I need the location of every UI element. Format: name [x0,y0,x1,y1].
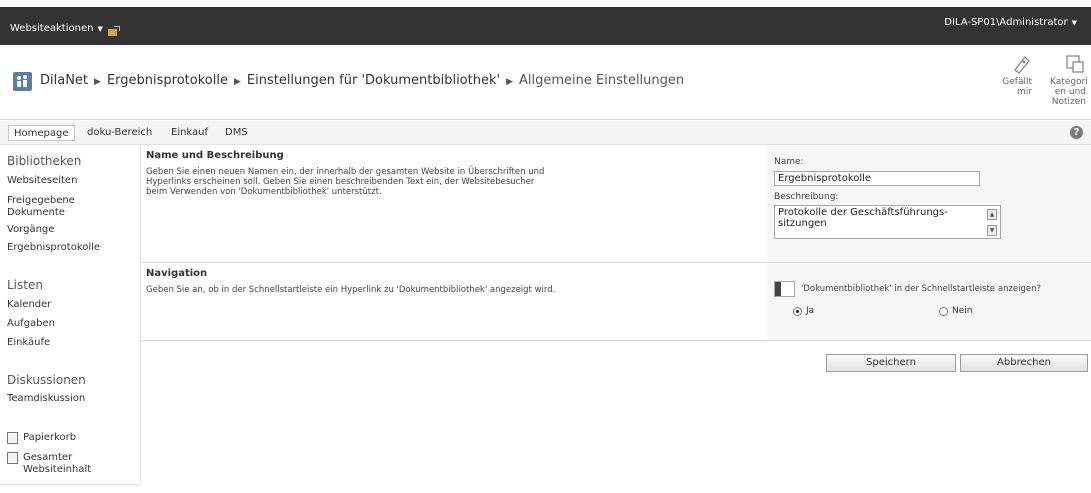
breadcrumb: DilaNet ▶ Ergebnisprotokolle ▶ Einstellungen… [40,73,684,88]
ql-item-ergebnisprotokolle[interactable]: Ergebnisprotokolle [7,242,100,254]
like-label: Gefällt mir [1002,77,1032,97]
scroll-down-icon[interactable]: ▼ [987,225,997,236]
name-description-info: Name und Beschreibung Geben Sie einen ne… [146,150,556,197]
user-name: DILA-SP01\Administrator [944,17,1068,28]
tags-notes-button[interactable]: Kategori en und Notizen [1050,53,1088,107]
ql-all-content-label: Gesamter Websiteinhalt [23,452,92,475]
radio-yes-label: Ja [806,306,815,316]
save-button[interactable]: Speichern [826,354,956,372]
quick-launch-question: 'Dokumentbibliothek' in der Schnellstart… [774,281,1041,297]
quick-launch-icon [774,281,795,297]
breadcrumb-item[interactable]: Einstellungen für 'Dokumentbibliothek' [247,73,500,88]
ribbon: Websiteaktionen ▼ DILA-SP01\Administrato… [0,7,1091,45]
tab-homepage[interactable]: Homepage [8,125,75,141]
like-icon [1014,56,1030,74]
user-menu[interactable]: DILA-SP01\Administrator ▼ [944,17,1077,28]
site-actions-label: Websiteaktionen [10,23,94,34]
breadcrumb-item[interactable]: Ergebnisprotokolle [107,73,228,88]
description-text: Protokolle der Geschäftsführungs-sitzung… [778,207,948,229]
name-description-fields: Name: Ergebnisprotokolle Beschreibung: P… [767,145,1091,262]
ql-item-freigegebene-dokumente[interactable]: Freigegebene Dokumente [7,195,107,219]
navigate-up-icon[interactable] [108,26,120,36]
ql-recycle-bin[interactable]: Papierkorb [7,432,76,444]
section-title: Name und Beschreibung [146,150,284,161]
radio-no-dot[interactable] [939,306,948,316]
ql-heading-discussions[interactable]: Diskussionen [7,373,86,387]
ql-all-site-content[interactable]: Gesamter Websiteinhalt [7,452,117,476]
tab-dms[interactable]: DMS [220,125,253,141]
title-area: DilaNet ▶ Ergebnisprotokolle ▶ Einstellungen… [0,45,1091,120]
tab-einkauf[interactable]: Einkauf [166,125,213,141]
breadcrumb-separator-icon: ▶ [233,77,241,87]
ql-item-websiteseiten[interactable]: Websiteseiten [7,175,77,187]
navigation-fields: 'Dokumentbibliothek' in der Schnellstart… [767,263,1091,340]
ql-recycle-label: Papierkorb [23,432,77,443]
top-navigation: Homepage doku-Bereich Einkauf DMS ? [0,121,1091,145]
tags-notes-icon [1066,55,1084,73]
radio-no-label: Nein [952,306,973,316]
radio-no[interactable]: Nein [939,306,972,316]
scroll-up-icon[interactable]: ▲ [987,209,997,220]
ql-item-vorgaenge[interactable]: Vorgänge [7,224,54,236]
description-textarea[interactable]: Protokolle der Geschäftsführungs-sitzung… [774,205,1001,239]
name-label: Name: [774,157,804,167]
breadcrumb-current: Allgemeine Einstellungen [519,73,685,88]
like-button[interactable]: Gefällt mir [996,53,1032,97]
quick-launch-question-text: 'Dokumentbibliothek' in der Schnellstart… [801,284,1042,294]
cancel-button[interactable]: Abbrechen [960,354,1088,372]
quick-launch: Bibliotheken Websiteseiten Freigegebene … [0,145,141,485]
section-description: Geben Sie an, ob in der Schnellstartleis… [146,285,556,295]
tags-notes-label: Kategori en und Notizen [1050,77,1088,107]
recycle-bin-icon [7,432,18,444]
chevron-down-icon: ▼ [1071,18,1077,27]
help-icon[interactable]: ? [1070,126,1083,139]
name-input[interactable]: Ergebnisprotokolle [774,171,980,186]
name-description-section: Name und Beschreibung Geben Sie einen ne… [141,145,1091,263]
section-title: Navigation [146,268,208,279]
chevron-down-icon: ▼ [97,24,103,33]
navigation-info: Navigation Geben Sie an, ob in der Schne… [146,268,556,295]
ql-heading-libraries[interactable]: Bibliotheken [7,154,81,168]
ql-item-kalender[interactable]: Kalender [7,299,51,311]
all-content-icon [7,452,18,464]
section-description: Geben Sie einen neuen Namen ein, der inn… [146,167,545,197]
site-logo-icon[interactable] [13,72,32,91]
ql-item-einkaeufe[interactable]: Einkäufe [7,337,50,349]
ql-item-aufgaben[interactable]: Aufgaben [7,318,55,330]
site-actions-menu[interactable]: Websiteaktionen ▼ [10,23,103,34]
breadcrumb-separator-icon: ▶ [506,77,513,87]
radio-yes[interactable]: Ja [793,306,814,316]
navigation-section: Navigation Geben Sie an, ob in der Schne… [141,263,1091,341]
ql-item-teamdiskussion[interactable]: Teamdiskussion [7,393,85,405]
description-label: Beschreibung: [774,192,839,202]
breadcrumb-separator-icon: ▶ [94,77,101,87]
ql-heading-lists[interactable]: Listen [7,278,43,292]
tab-doku-bereich[interactable]: doku-Bereich [82,125,157,141]
radio-yes-dot[interactable] [793,306,802,316]
breadcrumb-item[interactable]: DilaNet [40,73,88,88]
